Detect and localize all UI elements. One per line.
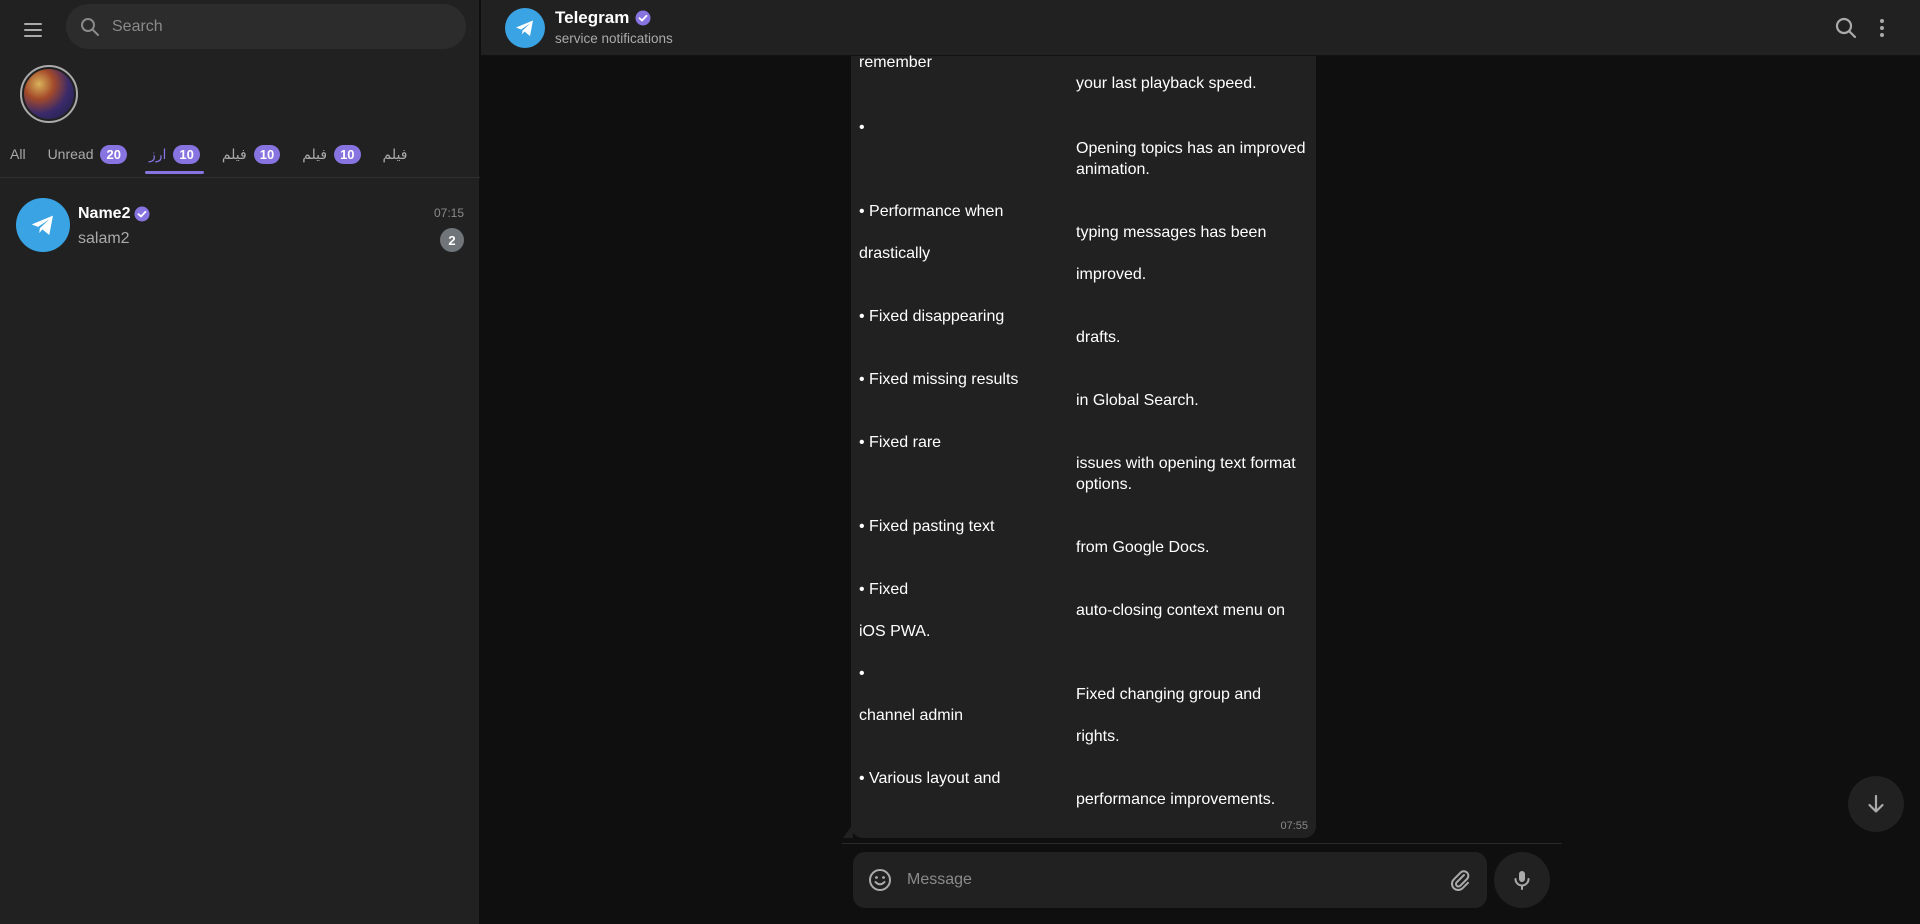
tab-count-badge: 10 [253,144,281,164]
tab-label: All [10,146,26,162]
message-line: animation. [1076,161,1150,178]
chat-header[interactable]: Telegram service notifications [481,0,1920,56]
message-line: Fixed changing group and [1076,686,1262,703]
message-area: remember your last playback speed. • Ope… [851,54,1797,838]
message-line: performance improvements. [1076,791,1276,808]
message-line: • Fixed rare [859,434,942,451]
unread-badge: 2 [440,228,464,252]
chat-panel: Telegram service notifications remember … [481,0,1920,924]
tab-arz[interactable]: ارز 10 [139,130,210,177]
scroll-down-button[interactable] [1848,776,1904,832]
tab-label: فیلم [221,145,247,162]
menu-icon[interactable] [17,14,49,46]
sidebar: All Unread 20 ارز 10 فیلم 10 فیلم 10 فیلم Na… [0,0,480,924]
message-line: • Fixed pasting text [859,518,995,535]
chat-list-item[interactable]: Name2 07:15 salam2 2 [8,192,472,260]
message-line: options. [1076,476,1133,493]
message-line: remember [859,54,932,71]
message-line: • Fixed [859,581,909,598]
message-line: in Global Search. [1076,392,1199,409]
message-line: issues with opening text format [1076,455,1296,472]
message-line: auto-closing context menu on [1076,602,1286,619]
message-composer[interactable] [853,852,1487,908]
message-line: improved. [1076,266,1147,283]
microphone-button[interactable] [1494,852,1550,908]
chat-title: Telegram [555,8,651,28]
tab-label: فیلم [302,145,328,162]
verified-icon [134,206,150,222]
folder-tabs: All Unread 20 ارز 10 فیلم 10 فیلم 10 فیلم [0,130,480,178]
tab-count-badge: 10 [173,144,200,164]
message-line: your last playback speed. [1076,75,1257,92]
tab-film-3[interactable]: فیلم [373,130,418,177]
tab-label: فیلم [382,145,408,162]
telegram-plane-icon [31,215,53,235]
avatar[interactable] [505,8,545,48]
chat-subtitle: service notifications [555,31,673,46]
message-bubble[interactable]: remember your last playback speed. • Ope… [851,54,1316,838]
message-input[interactable] [907,871,1447,889]
verified-icon [635,10,651,26]
telegram-plane-icon [516,20,533,36]
message-line: Opening topics has an improved [1076,140,1306,157]
message-line: • Performance when [859,203,1004,220]
tab-label: Unread [47,146,94,162]
chat-title-text: Telegram [555,8,630,27]
message-line: channel admin [859,707,964,724]
message-line: drafts. [1076,329,1121,346]
chat-preview: salam2 [78,230,130,247]
search-icon [81,17,99,36]
tab-label: ارز [148,145,167,162]
message-line: • Various layout and [859,770,1001,787]
message-time: 07:55 [1280,820,1308,832]
message-line: • [859,119,865,136]
chat-name: Name2 [78,205,150,223]
message-line: • Fixed disappearing [859,308,1005,325]
message-line: from Google Docs. [1076,539,1210,556]
microphone-icon [1514,871,1530,890]
chat-name-text: Name2 [78,205,131,222]
avatar [16,198,70,252]
search-bar[interactable] [66,4,466,49]
tab-count-badge: 20 [100,144,127,164]
story-avatar[interactable] [20,65,78,123]
tab-all[interactable]: All [0,130,36,177]
message-line: rights. [1076,728,1120,745]
message-line: • Fixed missing results [859,371,1019,388]
arrow-down-icon [1868,794,1884,813]
chat-time: 07:15 [433,206,464,220]
divider [842,843,1562,844]
emoji-icon[interactable] [867,867,893,893]
message-line: • [859,665,865,682]
search-input[interactable] [112,17,432,36]
search-icon[interactable] [1832,14,1860,42]
tab-count-badge: 10 [334,144,361,164]
tab-film-1[interactable]: فیلم 10 [212,130,290,177]
message-line: drastically [859,245,931,262]
attach-icon[interactable] [1447,867,1473,893]
tab-film-2[interactable]: فیلم 10 [292,130,370,177]
tab-unread[interactable]: Unread 20 [38,130,137,177]
message-line: typing messages has been [1076,224,1267,241]
more-vertical-icon[interactable] [1868,14,1896,42]
message-line: iOS PWA. [859,623,931,640]
